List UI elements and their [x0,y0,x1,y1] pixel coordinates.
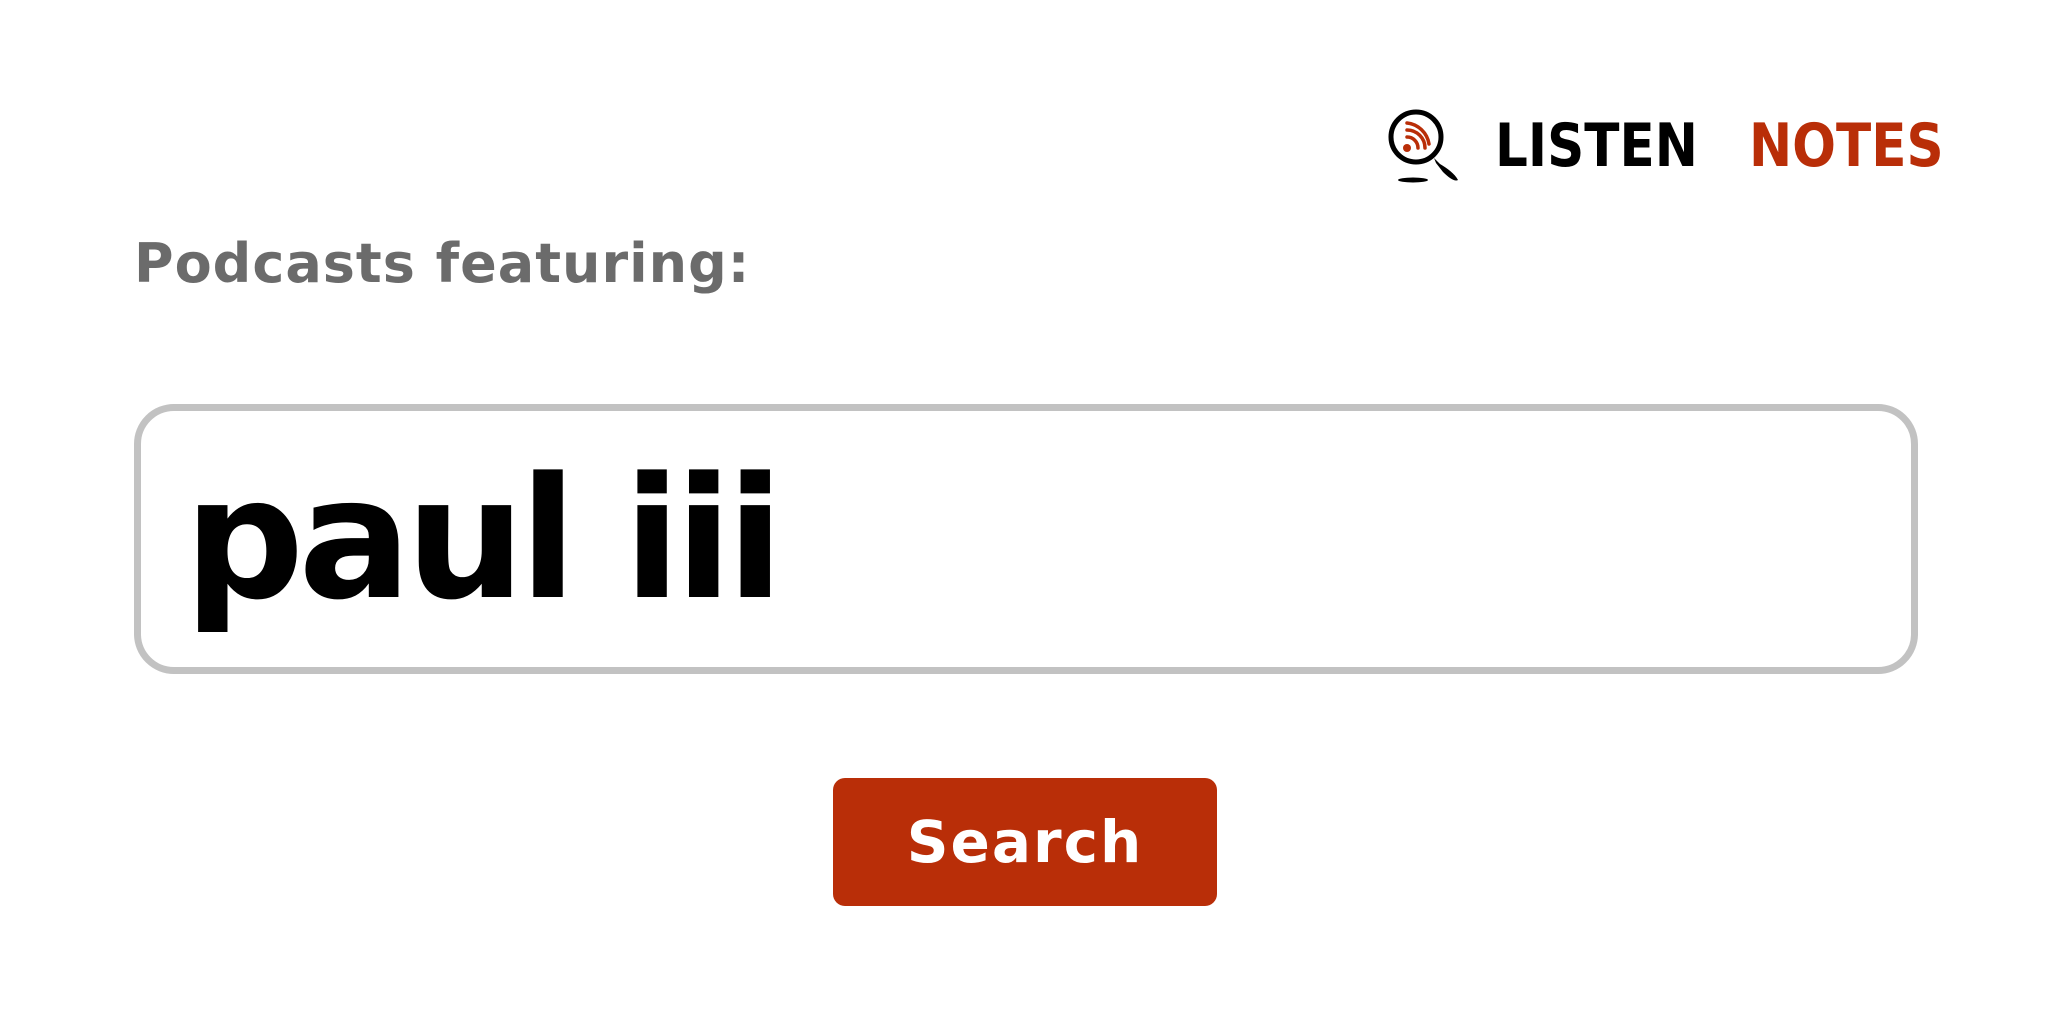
logo-text-notes: NOTES [1748,111,1944,181]
search-input[interactable] [184,439,1911,639]
listen-notes-logo[interactable]: LISTEN NOTES [1385,106,1975,186]
search-field[interactable] [134,404,1918,674]
logo-text-listen: LISTEN [1495,111,1698,181]
search-button[interactable]: Search [833,778,1217,906]
podcast-search-icon [1388,109,1458,183]
page-title: Podcasts featuring: [134,232,751,295]
